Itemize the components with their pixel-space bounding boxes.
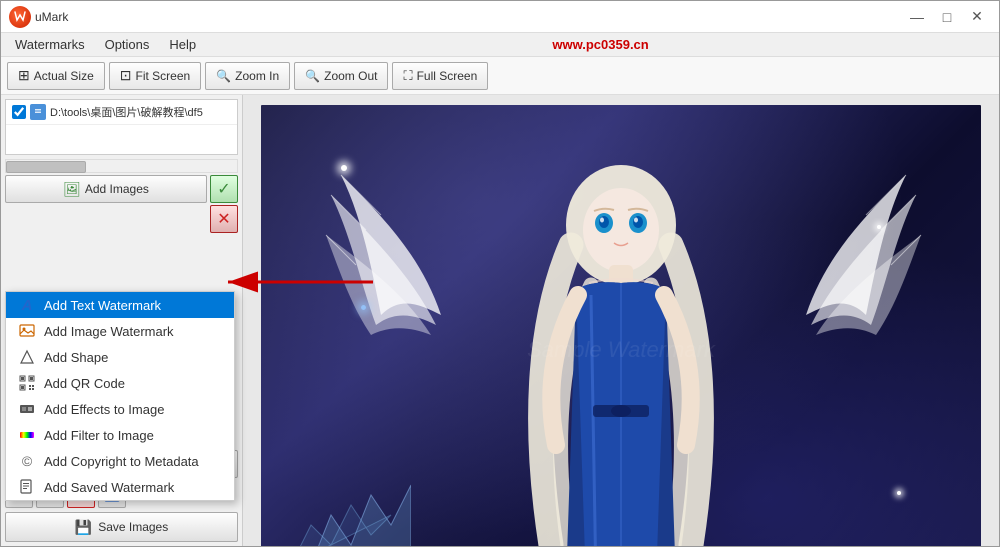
fit-screen-button[interactable]: ⊡ Fit Screen (109, 62, 201, 90)
zoom-in-button[interactable]: 🔍 Zoom In (205, 62, 290, 90)
watermark-site: www.pc0359.cn (552, 37, 648, 52)
dropdown-add-text-watermark[interactable]: A Add Text Watermark (6, 292, 234, 318)
title-bar: uMark — □ ✕ (1, 1, 999, 33)
file-icon (30, 104, 46, 120)
zoom-out-button[interactable]: 🔍 Zoom Out (294, 62, 388, 90)
dropdown-add-qr-code[interactable]: Add QR Code (6, 370, 234, 396)
dropdown-add-saved[interactable]: Add Saved Watermark (6, 474, 234, 500)
toolbar: ⊞ Actual Size ⊡ Fit Screen 🔍 Zoom In 🔍 Z… (1, 57, 999, 95)
check-button[interactable]: ✓ (210, 175, 238, 203)
actual-size-icon: ⊞ (18, 67, 30, 84)
image-watermark-icon (18, 322, 36, 340)
zoom-in-icon: 🔍 (216, 69, 231, 83)
panel-buttons-row1: 🖼 Add Images ✓ (1, 175, 242, 205)
maximize-button[interactable]: □ (933, 6, 961, 28)
dropdown-menu: A Add Text Watermark Add Image Watermark (5, 291, 235, 501)
dropdown-add-copyright[interactable]: © Add Copyright to Metadata (6, 448, 234, 474)
menu-help[interactable]: Help (159, 34, 206, 56)
dropdown-add-shape[interactable]: Add Shape (6, 344, 234, 370)
file-checkbox[interactable] (12, 105, 26, 119)
copyright-icon: © (18, 452, 36, 470)
dropdown-add-image-watermark[interactable]: Add Image Watermark (6, 318, 234, 344)
full-screen-button[interactable]: ⛶ Full Screen (392, 62, 488, 90)
panel-buttons-row2: ✕ (1, 205, 242, 235)
saved-watermark-icon (18, 478, 36, 496)
dropdown-add-effects[interactable]: Add Effects to Image (6, 396, 234, 422)
text-watermark-icon: A (18, 296, 36, 314)
add-images-icon: 🖼 (63, 181, 81, 198)
list-item[interactable]: D:\tools\桌面\图片\破解教程\df5 (6, 100, 237, 125)
app-window: uMark — □ ✕ Watermarks Options Help www.… (0, 0, 1000, 547)
scrollbar-thumb[interactable] (6, 161, 86, 173)
file-list[interactable]: D:\tools\桌面\图片\破解教程\df5 (5, 99, 238, 155)
left-panel: D:\tools\桌面\图片\破解教程\df5 🖼 Add Images ✓ ✕ (1, 95, 243, 546)
horizontal-scrollbar[interactable] (5, 159, 238, 173)
menu-options[interactable]: Options (95, 34, 160, 56)
app-title: uMark (35, 10, 68, 24)
filter-icon (18, 426, 36, 444)
cancel-button[interactable]: ✕ (210, 205, 238, 233)
full-screen-icon: ⛶ (403, 68, 412, 84)
dropdown-add-filter[interactable]: Add Filter to Image (6, 422, 234, 448)
fit-screen-icon: ⊡ (120, 67, 132, 84)
close-button[interactable]: ✕ (963, 6, 991, 28)
file-path: D:\tools\桌面\图片\破解教程\df5 (50, 104, 203, 120)
zoom-out-icon: 🔍 (305, 69, 320, 83)
minimize-button[interactable]: — (903, 6, 931, 28)
window-controls: — □ ✕ (903, 6, 991, 28)
qr-code-icon (18, 374, 36, 392)
preview-image: Sample Watermark (261, 105, 981, 546)
app-logo: uMark (9, 6, 68, 28)
main-content: D:\tools\桌面\图片\破解教程\df5 🖼 Add Images ✓ ✕ (1, 95, 999, 546)
menu-watermarks[interactable]: Watermarks (5, 34, 95, 56)
add-images-button[interactable]: 🖼 Add Images (5, 175, 207, 203)
save-images-icon: 💾 (75, 519, 92, 536)
effects-icon (18, 400, 36, 418)
shape-icon (18, 348, 36, 366)
menu-bar: Watermarks Options Help www.pc0359.cn (1, 33, 999, 57)
actual-size-button[interactable]: ⊞ Actual Size (7, 62, 105, 90)
app-icon (9, 6, 31, 28)
image-area: Sample Watermark (243, 95, 999, 546)
save-images-button[interactable]: 💾 Save Images (5, 512, 238, 542)
